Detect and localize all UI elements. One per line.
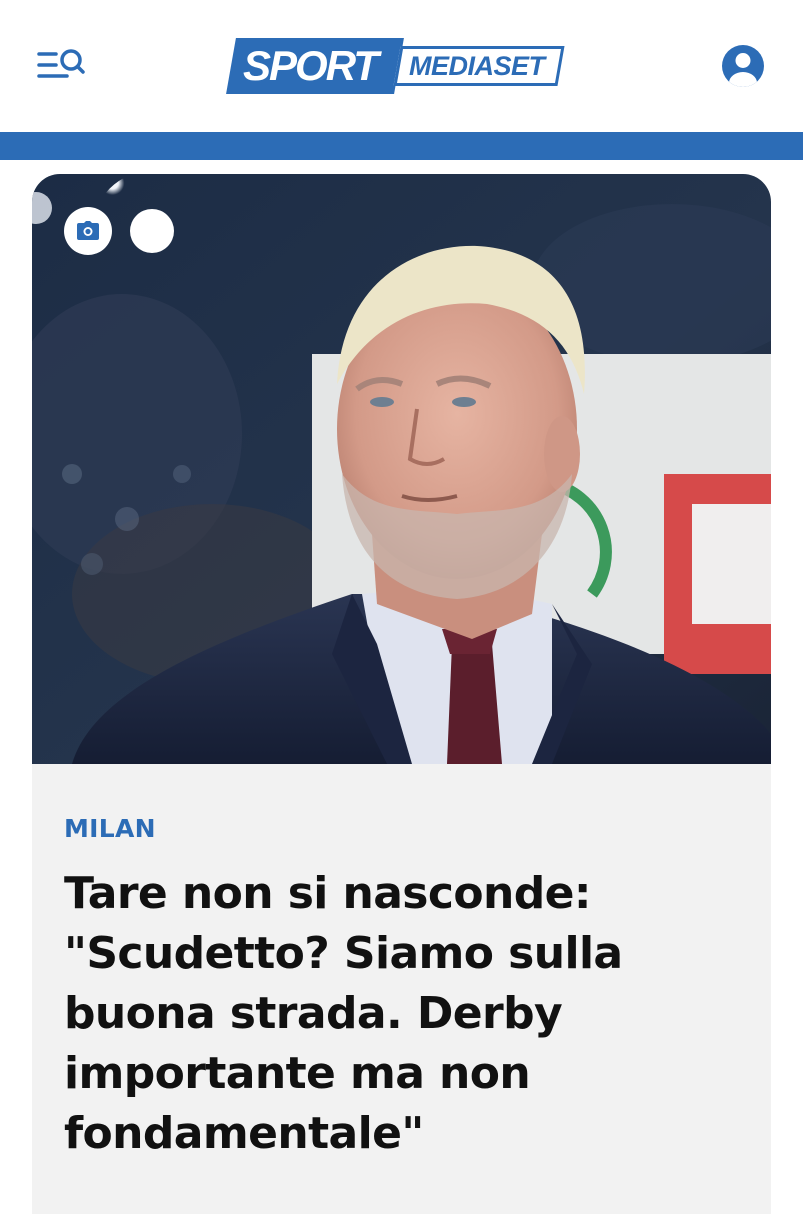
menu-search-button[interactable] [36, 46, 86, 84]
sportmediaset-logo[interactable]: SPORT MEDIASET [226, 38, 565, 94]
photo-gallery-badge[interactable] [64, 207, 112, 255]
header-blue-bar [0, 132, 803, 160]
user-account-button[interactable] [722, 45, 764, 87]
camera-icon [77, 221, 99, 240]
menu-search-icon [37, 49, 85, 78]
article-category-link[interactable]: MILAN [64, 814, 156, 843]
user-account-icon [722, 45, 764, 87]
article-headline[interactable]: Tare non si nasconde: "Scudetto? Siamo s… [64, 864, 744, 1164]
article-photo[interactable] [32, 174, 771, 764]
article-card[interactable]: MILAN Tare non si nasconde: "Scudetto? S… [32, 174, 771, 1214]
logo-sport-text: SPORT [243, 42, 379, 89]
site-header: SPORT MEDIASET [0, 0, 803, 132]
article-photo-image [32, 174, 771, 764]
logo-mediaset-text: MEDIASET [409, 51, 545, 81]
